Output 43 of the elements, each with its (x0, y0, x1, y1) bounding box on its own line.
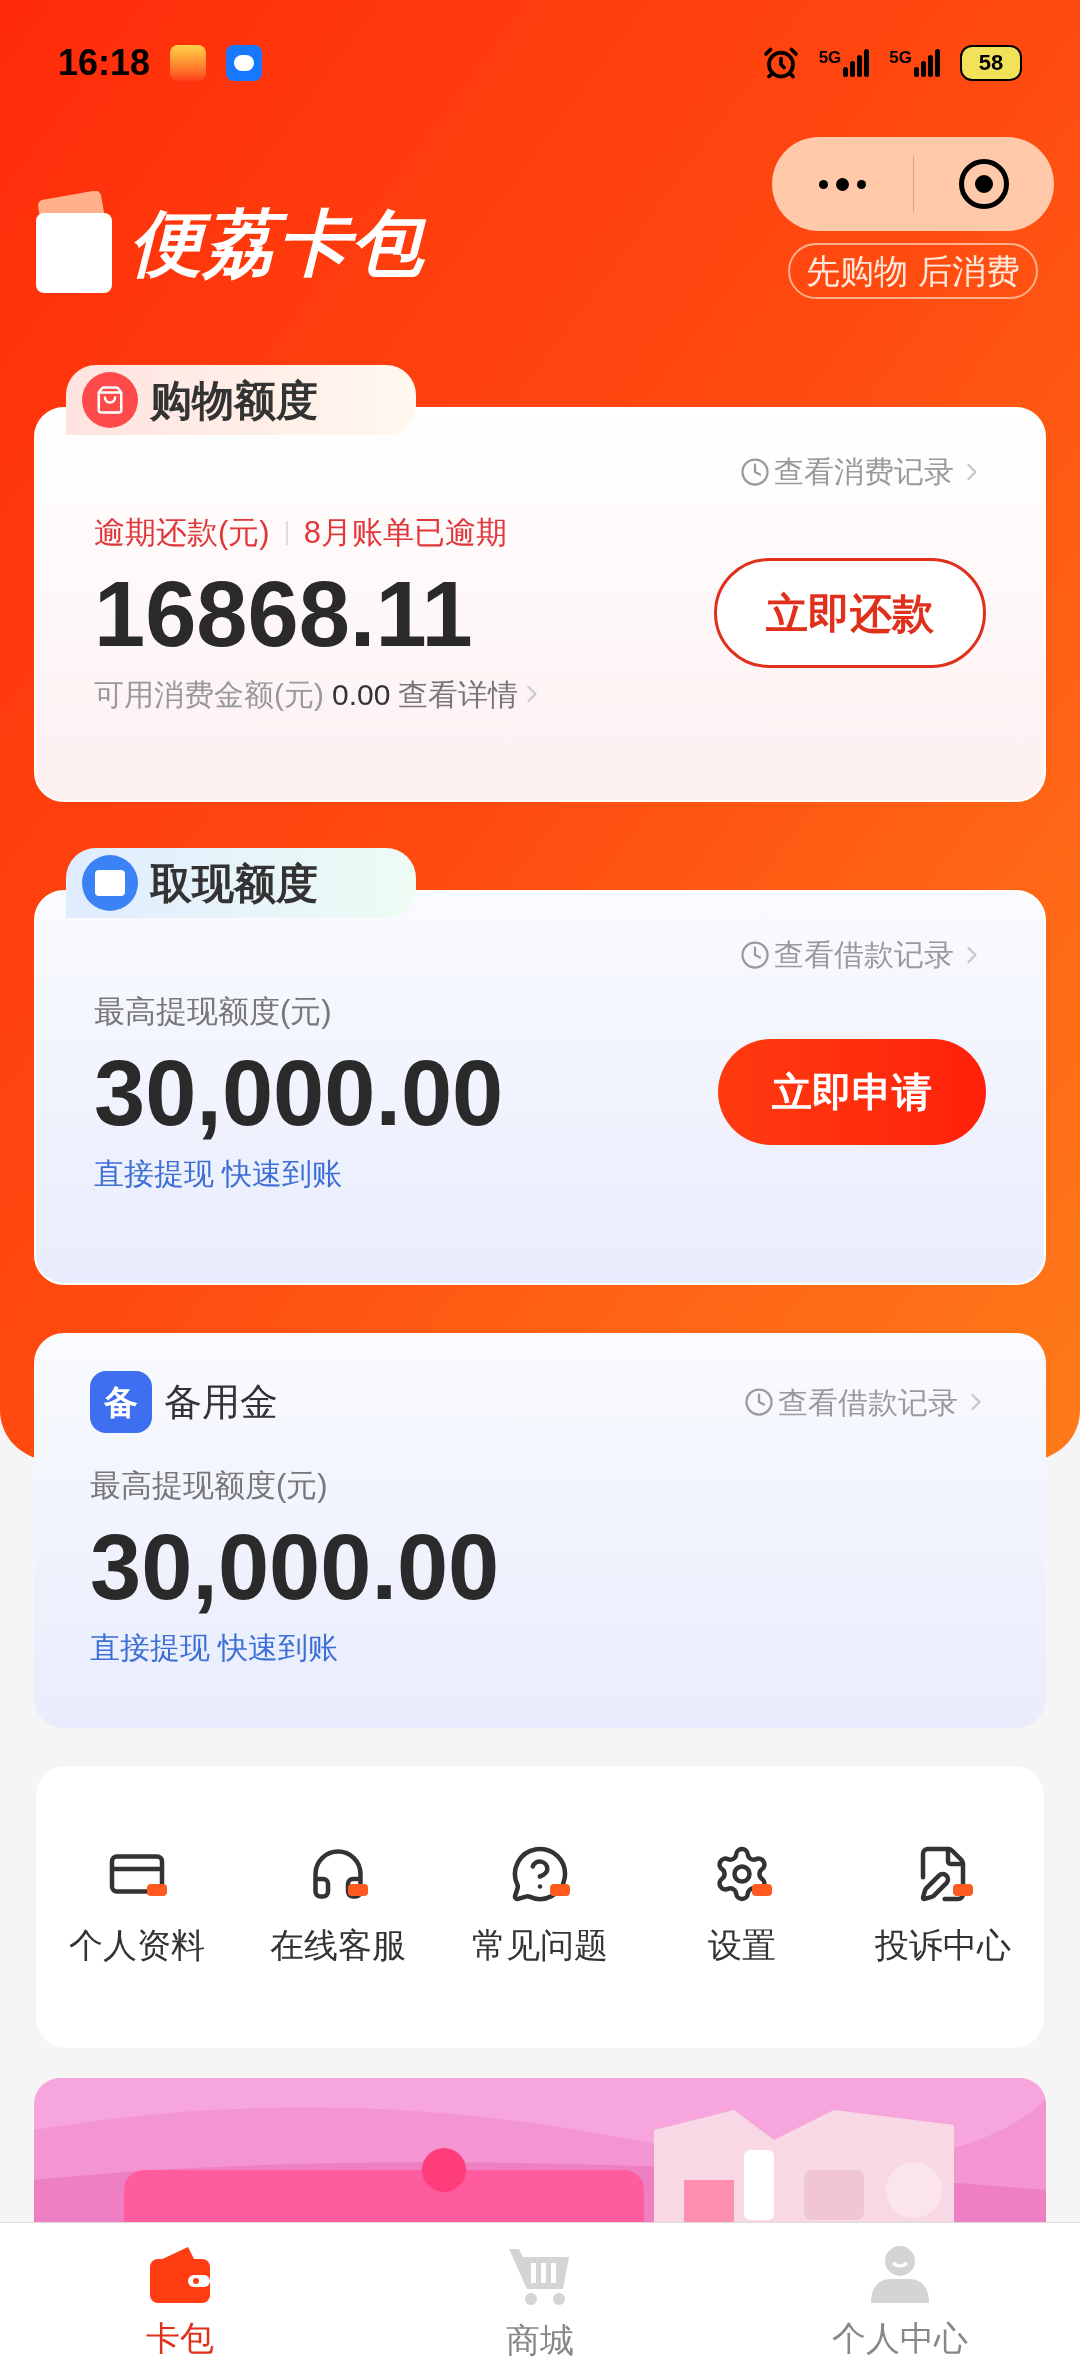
record-link[interactable]: 查看借款记录 (740, 932, 986, 977)
tab-bar-item[interactable]: 卡包 (0, 2245, 360, 2376)
tab-bar-item[interactable]: 商城 (360, 2245, 720, 2376)
clock-icon (740, 939, 770, 970)
cash-icon (82, 855, 138, 911)
clock-time: 16:18 (58, 40, 151, 85)
limit-label: 最高提现额度(元) (90, 1467, 329, 1505)
app-logo-text: 便荔卡包 (130, 202, 426, 285)
app-notification-icon (170, 44, 207, 81)
record-link[interactable]: 查看借款记录 (744, 1379, 990, 1425)
withdraw-note: 直接提现 快速到账 (94, 1155, 344, 1192)
available-label: 可用消费金额(元) (94, 676, 324, 713)
detail-link[interactable]: 查看详情 (398, 671, 547, 717)
signal-indicator: 5G (889, 48, 940, 77)
tab-bar-item[interactable]: 个人中心 (720, 2245, 1080, 2376)
limit-amount: 30,000.00 (90, 1514, 501, 1620)
battery-indicator: 58 (960, 44, 1022, 81)
withdraw-note: 直接提现 快速到账 (90, 1629, 340, 1666)
clock-icon (744, 1387, 774, 1417)
menu-item[interactable]: 个人资料 (36, 1843, 238, 1971)
menu-item[interactable]: 在线客服 (237, 1843, 440, 1971)
overdue-note: 8月账单已逾期 (303, 514, 507, 552)
menu-item[interactable]: 投诉中心 (842, 1843, 1044, 1971)
person-icon (869, 2245, 931, 2305)
clock-icon (740, 456, 770, 487)
wallet-icon (148, 2245, 212, 2305)
wallet-logo-icon (34, 191, 114, 295)
reserve-icon: 备 (90, 1371, 152, 1433)
shopping-bag-icon (82, 372, 138, 428)
reserve-title: 备用金 (164, 1379, 278, 1425)
slogan-tag: 先购物 后消费 (788, 243, 1038, 299)
app-notification-icon (226, 44, 263, 81)
menu-item[interactable]: 常见问题 (439, 1843, 641, 1971)
overdue-amount: 16868.11 (94, 561, 474, 667)
apply-button[interactable]: 立即申请 (718, 1039, 986, 1146)
limit-amount: 30,000.00 (94, 1040, 504, 1146)
repay-button[interactable]: 立即还款 (714, 558, 986, 669)
menu-item[interactable]: 设置 (640, 1843, 843, 1971)
overdue-label: 逾期还款(元) (94, 514, 270, 552)
available-value: 0.00 (332, 676, 391, 713)
signal-indicator: 5G (818, 48, 870, 77)
record-link[interactable]: 查看消费记录 (740, 449, 986, 494)
limit-label: 最高提现额度(元) (94, 993, 333, 1031)
